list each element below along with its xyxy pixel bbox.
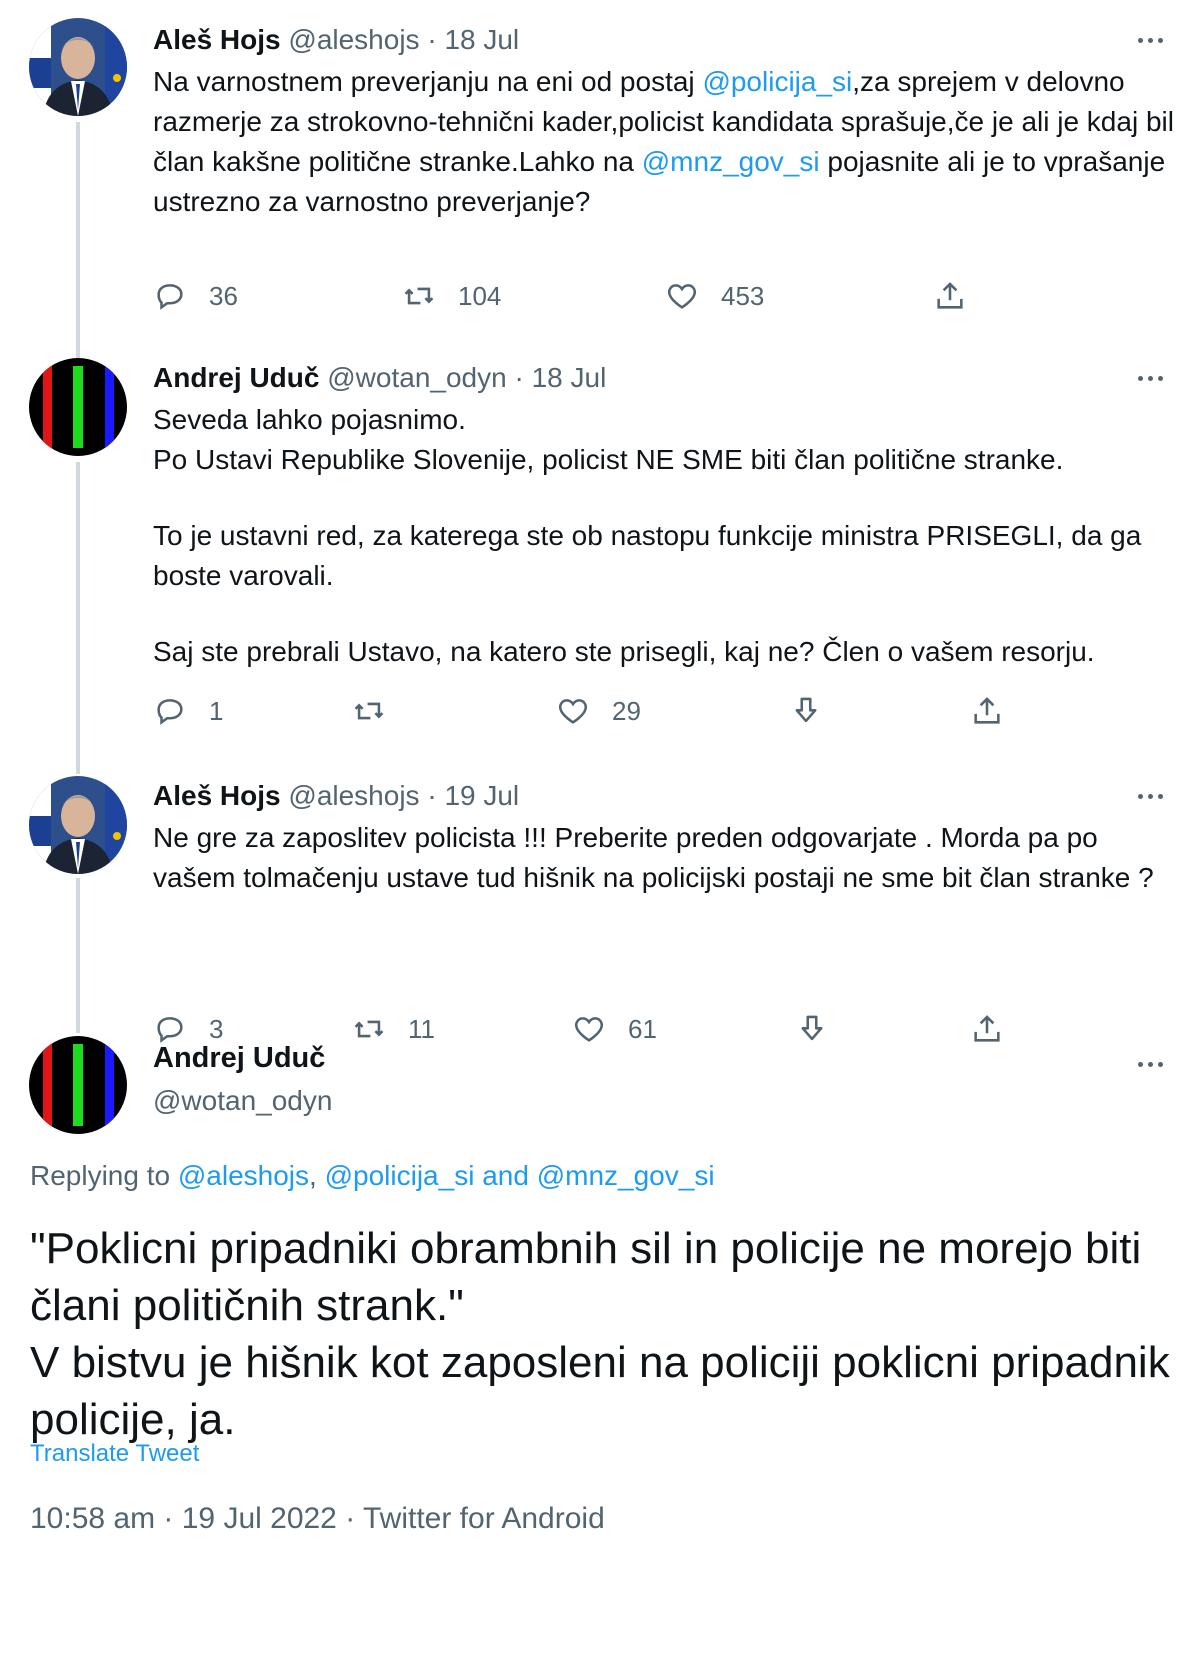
author-handle[interactable]: @aleshojs <box>288 24 419 55</box>
avatar[interactable] <box>29 358 127 456</box>
retweet-button[interactable] <box>352 691 386 731</box>
tweet-date[interactable]: 19 Jul <box>444 780 519 811</box>
tweet-paragraph: V bistvu je hišnik kot zaposleni na poli… <box>30 1338 1170 1444</box>
tweet-text: "Poklicni pripadniki obrambnih sil in po… <box>30 1220 1180 1448</box>
reply-button[interactable]: 36 <box>153 276 238 316</box>
tweet-header: Aleš Hojs @aleshojs · 19 Jul <box>153 780 519 812</box>
tweet-text: Ne gre za zaposlitev policista !!! Prebe… <box>153 822 1154 893</box>
download-icon <box>795 697 817 723</box>
author-name[interactable]: Andrej Uduč <box>153 1042 325 1075</box>
download-button[interactable] <box>789 691 823 731</box>
tweet-timestamp[interactable]: 10:58 am · 19 Jul 2022 · Twitter for And… <box>30 1502 605 1536</box>
like-icon <box>574 1017 604 1042</box>
reply-button[interactable]: 1 <box>153 691 223 731</box>
tweet-text: Na varnostnem preverjanju na eni od post… <box>153 62 1183 222</box>
mention-link[interactable]: @policija_si <box>325 1160 475 1191</box>
download-icon <box>801 1015 823 1041</box>
tweet-date[interactable]: 18 Jul <box>444 24 519 55</box>
like-count: 61 <box>628 1013 657 1044</box>
replying-prefix: Replying to <box>30 1160 178 1191</box>
mention-link[interactable]: @aleshojs <box>178 1160 309 1191</box>
retweet-button[interactable]: 104 <box>402 276 501 316</box>
avatar-image <box>29 1036 127 1134</box>
avatar-image <box>29 358 127 456</box>
share-button[interactable] <box>933 276 967 316</box>
retweet-count: 11 <box>408 1013 435 1044</box>
separator: , <box>309 1160 325 1191</box>
tweet-text: Seveda lahko pojasnimo. Po Ustavi Republ… <box>153 400 1183 672</box>
separator: · <box>506 362 532 393</box>
more-icon[interactable] <box>1130 1054 1170 1074</box>
tweet-paragraph: To je ustavni red, za katerega ste ob na… <box>153 520 1142 591</box>
like-count: 29 <box>612 695 641 726</box>
tweet-text-part: Na varnostnem preverjanju na eni od post… <box>153 66 703 97</box>
more-icon[interactable] <box>1130 30 1170 50</box>
tweet-header: Aleš Hojs @aleshojs · 18 Jul <box>153 24 519 56</box>
tweet-paragraph: "Poklicni pripadniki obrambnih sil in po… <box>30 1224 1142 1330</box>
like-icon <box>667 284 697 309</box>
avatar[interactable] <box>29 776 127 874</box>
share-button[interactable] <box>970 1009 1004 1049</box>
translate-tweet-link[interactable]: Translate Tweet <box>30 1440 199 1468</box>
retweet-button[interactable]: 11 <box>352 1009 435 1049</box>
avatar-image <box>29 18 127 116</box>
reply-count: 36 <box>209 280 238 311</box>
more-icon[interactable] <box>1130 368 1170 388</box>
author-name[interactable]: Aleš Hojs <box>153 780 281 811</box>
like-count: 453 <box>721 280 765 311</box>
author-name[interactable]: Aleš Hojs <box>153 24 281 55</box>
author-handle[interactable]: @wotan_odyn <box>327 362 506 393</box>
mention-link[interactable]: @policija_si <box>702 66 852 97</box>
like-button[interactable]: 453 <box>665 276 764 316</box>
tweet-paragraph: Seveda lahko pojasnimo. <box>153 404 466 435</box>
retweet-icon <box>354 702 384 720</box>
retweet-icon <box>354 1020 384 1038</box>
separator: · <box>419 24 445 55</box>
replying-to: Replying to @aleshojs, @policija_si and … <box>30 1160 715 1192</box>
thread-line <box>76 462 80 774</box>
avatar[interactable] <box>29 18 127 116</box>
retweet-icon <box>404 287 434 305</box>
avatar[interactable] <box>29 1036 127 1134</box>
reply-icon <box>157 699 183 725</box>
like-icon <box>558 699 588 724</box>
mention-link[interactable]: @mnz_gov_si <box>537 1160 715 1191</box>
author-name[interactable]: Andrej Uduč <box>153 362 319 393</box>
author-handle[interactable]: @aleshojs <box>288 780 419 811</box>
tweet-date[interactable]: 18 Jul <box>532 362 607 393</box>
share-icon <box>974 697 1000 724</box>
tweet-paragraph: Po Ustavi Republike Slovenije, policist … <box>153 444 1064 475</box>
separator: · <box>419 780 445 811</box>
more-icon[interactable] <box>1130 786 1170 806</box>
reply-icon <box>157 1017 183 1043</box>
share-button[interactable] <box>970 691 1004 731</box>
reply-count: 1 <box>209 695 224 726</box>
author-handle[interactable]: @wotan_odyn <box>153 1085 332 1117</box>
reply-count: 3 <box>209 1013 224 1044</box>
avatar-image <box>29 776 127 874</box>
thread-line <box>76 122 80 358</box>
tweet-paragraph: Saj ste prebrali Ustavo, na katero ste p… <box>153 636 1095 667</box>
share-icon <box>974 1015 1000 1042</box>
tweet-header: Andrej Uduč @wotan_odyn · 18 Jul <box>153 362 606 394</box>
mention-link[interactable]: @mnz_gov_si <box>642 146 820 177</box>
share-icon <box>937 282 963 309</box>
like-button[interactable]: 61 <box>572 1009 657 1049</box>
thread-line <box>76 878 80 1033</box>
download-button[interactable] <box>795 1009 829 1049</box>
retweet-count: 104 <box>458 280 502 311</box>
like-button[interactable]: 29 <box>556 691 641 731</box>
separator: and <box>474 1160 537 1191</box>
reply-icon <box>157 284 183 310</box>
